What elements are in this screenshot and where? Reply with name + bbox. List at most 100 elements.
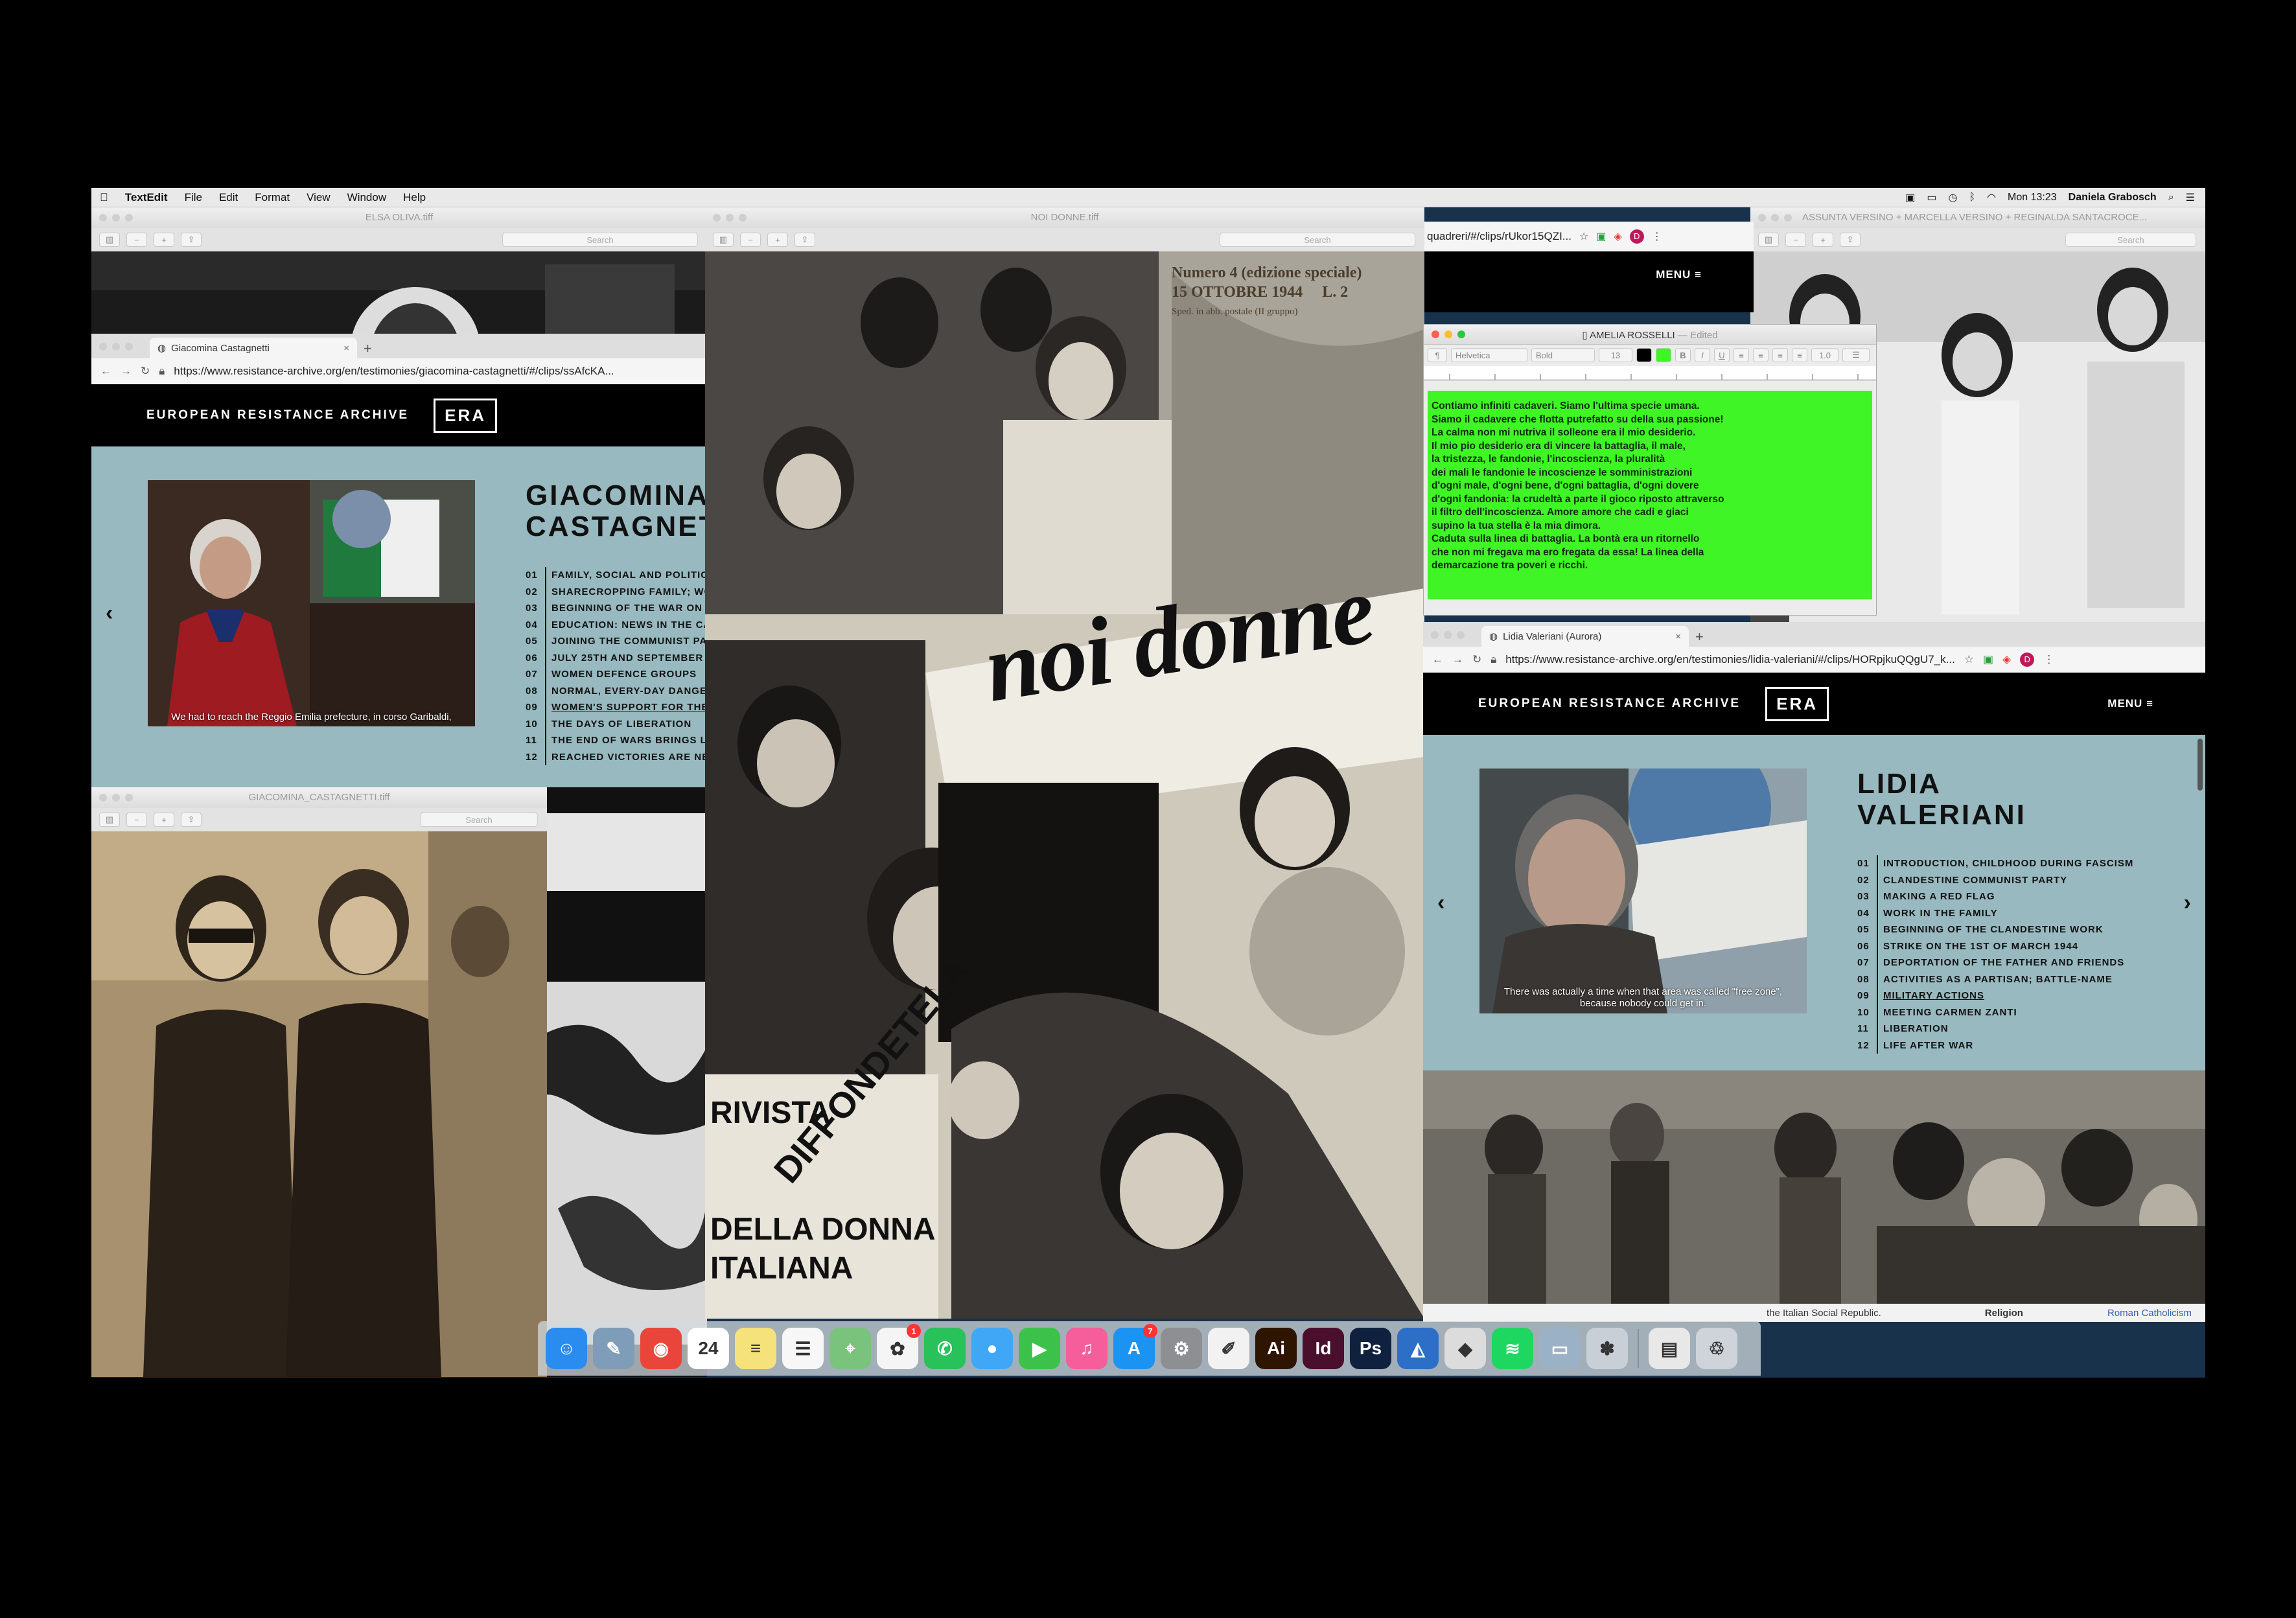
search-field[interactable]: Search — [420, 813, 538, 827]
textedit-icon[interactable]: ✐ — [1208, 1328, 1249, 1369]
menu-window[interactable]: Window — [347, 191, 386, 204]
extension-icon[interactable]: ▣ — [1983, 653, 1993, 666]
photos-icon[interactable]: ✿ 1 — [877, 1324, 921, 1369]
title-bar[interactable]: ▯ AMELIA ROSSELLI — Edited — [1424, 325, 1876, 345]
chrome-icon[interactable]: ◉ — [640, 1328, 682, 1369]
system-preferences-icon[interactable]: ⚙ — [1161, 1328, 1202, 1369]
menu-format[interactable]: Format — [255, 191, 290, 204]
close-tab-icon[interactable]: × — [1675, 631, 1681, 642]
image-capture-icon[interactable]: ▭ — [1539, 1328, 1581, 1369]
share-icon[interactable]: ⇪ — [1840, 233, 1861, 247]
bookmark-star-icon[interactable]: ☆ — [1579, 230, 1588, 243]
prev-arrow-icon[interactable]: ‹ — [106, 601, 113, 626]
search-field[interactable]: Search — [2065, 233, 2196, 247]
font-weight-select[interactable]: Bold — [1531, 348, 1595, 362]
forward-icon[interactable]: → — [1452, 653, 1463, 666]
site-menu-button[interactable]: MENU ≡ — [2107, 697, 2153, 710]
italic-icon[interactable]: I — [1695, 348, 1710, 362]
zoom-out-icon[interactable]: − — [740, 233, 761, 247]
chapter-item[interactable]: 04 EDUCATION: NEWS IN THE CA — [526, 616, 707, 633]
scrollbar[interactable] — [2197, 739, 2203, 791]
photoshop-icon[interactable]: Ps — [1350, 1328, 1391, 1369]
extension-icon[interactable]: ▣ — [1596, 230, 1606, 243]
wifi-icon[interactable]: ◠ — [1987, 191, 1996, 204]
hamburger-icon[interactable]: ≡ — [2146, 697, 2153, 710]
text-color-swatch[interactable] — [1636, 348, 1652, 362]
site-menu-button[interactable]: MENU — [1656, 268, 1691, 281]
browser-tab[interactable]: ◍ Giacomina Castagnetti × — [150, 338, 357, 358]
chapter-item-active[interactable]: 09 WOMEN'S SUPPORT FOR THE P — [526, 699, 707, 716]
align-right-icon[interactable]: ≡ — [1772, 348, 1788, 362]
underline-icon[interactable]: U — [1714, 348, 1730, 362]
facetime-icon[interactable]: ▶ — [1019, 1328, 1060, 1369]
align-left-icon[interactable]: ≡ — [1734, 348, 1749, 362]
forward-icon[interactable]: → — [121, 365, 132, 378]
justify-icon[interactable]: ≡ — [1792, 348, 1807, 362]
address-bar[interactable]: https://www.resistance-archive.org/en/te… — [174, 365, 614, 378]
sidebar-icon[interactable]: ▥ — [99, 813, 120, 827]
spotlight-icon[interactable]: ⌕ — [2168, 192, 2174, 203]
apple-menu-icon[interactable]:  — [100, 191, 108, 204]
chapter-item[interactable]: 02 SHARECROPPING FAMILY; WO — [526, 583, 707, 600]
chapter-item[interactable]: 11 LIBERATION — [1857, 1021, 2133, 1037]
title-bar[interactable]: ASSUNTA VERSINO + MARCELLA VERSINO + REG… — [1750, 207, 2205, 229]
menu-clock[interactable]: Mon 13:23 — [2008, 192, 2057, 203]
profile-avatar[interactable]: D — [1629, 229, 1644, 244]
era-logo[interactable]: ERA — [434, 398, 498, 433]
messages-icon[interactable]: ● — [971, 1328, 1013, 1369]
ruler[interactable] — [1424, 366, 1877, 381]
site-name[interactable]: EUROPEAN RESISTANCE ARCHIVE — [146, 408, 409, 422]
zoom-in-icon[interactable]: + — [1813, 233, 1833, 247]
window-controls[interactable] — [1431, 631, 1465, 639]
app-store-icon[interactable]: A7 — [1113, 1324, 1157, 1369]
bookmark-star-icon[interactable]: ☆ — [1964, 653, 1974, 666]
address-bar[interactable]: https://www.resistance-archive.org/en/te… — [1505, 653, 1955, 666]
photo-booth-icon[interactable]: ✽ — [1586, 1328, 1628, 1369]
extension-icon-2[interactable]: ◈ — [2002, 653, 2011, 666]
video-player[interactable]: We had to reach the Reggio Emilia prefec… — [148, 480, 475, 726]
illustrator-icon[interactable]: Ai — [1255, 1328, 1297, 1369]
search-field[interactable]: Search — [1220, 233, 1415, 247]
chapter-item[interactable]: 08 ACTIVITIES AS A PARTISAN; BATTLE-NAME — [1857, 971, 2133, 988]
chapter-item[interactable]: 07 WOMEN DEFENCE GROUPS — [526, 666, 707, 683]
browser-tab[interactable]: ◍ Lidia Valeriani (Aurora) × — [1481, 626, 1689, 647]
reload-icon[interactable]: ↻ — [1472, 653, 1481, 666]
bold-icon[interactable]: B — [1675, 348, 1691, 362]
hamburger-icon[interactable]: ≡ — [1695, 268, 1702, 281]
chapter-item[interactable]: 04 WORK IN THE FAMILY — [1857, 905, 2133, 921]
chapter-item[interactable]: 05 JOINING THE COMMUNIST PA — [526, 633, 707, 650]
site-name[interactable]: EUROPEAN RESISTANCE ARCHIVE — [1478, 697, 1741, 711]
title-bar[interactable]: ELSA OLIVA.tiff — [91, 207, 707, 229]
menu-user[interactable]: Daniela Grabosch — [2069, 192, 2157, 203]
sidebar-icon[interactable]: ▥ — [99, 233, 120, 247]
chapter-item[interactable]: 03 BEGINNING OF THE WAR ON A — [526, 600, 707, 617]
line-spacing-select[interactable]: 1.0 — [1811, 348, 1838, 362]
unity-icon[interactable]: ◆ — [1444, 1328, 1486, 1369]
chapter-item[interactable]: 05 BEGINNING OF THE CLANDESTINE WORK — [1857, 921, 2133, 938]
menu-edit[interactable]: Edit — [219, 191, 238, 204]
whatsapp-icon[interactable]: ✆ — [924, 1328, 966, 1369]
next-arrow-icon[interactable]: › — [2184, 890, 2191, 916]
window-controls[interactable] — [99, 343, 133, 351]
back-icon[interactable]: ← — [1432, 653, 1443, 666]
trash-icon[interactable]: ♲ — [1696, 1328, 1737, 1369]
chapter-item[interactable]: 01 INTRODUCTION, CHILDHOOD DURING FASCISM — [1857, 855, 2133, 872]
maps-icon[interactable]: ⌖ — [829, 1328, 871, 1369]
indesign-icon[interactable]: Id — [1303, 1328, 1344, 1369]
chapter-item[interactable]: 12 LIFE AFTER WAR — [1857, 1037, 2133, 1054]
extension-icon-2[interactable]: ◈ — [1614, 230, 1621, 243]
chapter-item[interactable]: 01 FAMILY, SOCIAL AND POLITICAL — [526, 567, 707, 584]
chapter-item-active[interactable]: 09 MILITARY ACTIONS — [1857, 988, 2133, 1004]
chapter-item[interactable]: 06 STRIKE ON THE 1ST OF MARCH 1944 — [1857, 938, 2133, 954]
itunes-icon[interactable]: ♫ — [1066, 1328, 1107, 1369]
calendar-icon[interactable]: 24 — [688, 1328, 729, 1369]
notification-center-icon[interactable]: ☰ — [2186, 191, 2195, 204]
chapter-item[interactable]: 02 CLANDESTINE COMMUNIST PARTY — [1857, 872, 2133, 888]
list-style-icon[interactable]: ☰ — [1842, 348, 1870, 362]
zoom-in-icon[interactable]: + — [767, 233, 788, 247]
menu-app-name[interactable]: TextEdit — [125, 191, 168, 204]
sketchup-icon[interactable]: ◭ — [1397, 1328, 1439, 1369]
font-family-select[interactable]: Helvetica — [1451, 348, 1527, 362]
menu-view[interactable]: View — [307, 191, 330, 204]
zoom-in-icon[interactable]: + — [154, 233, 174, 247]
